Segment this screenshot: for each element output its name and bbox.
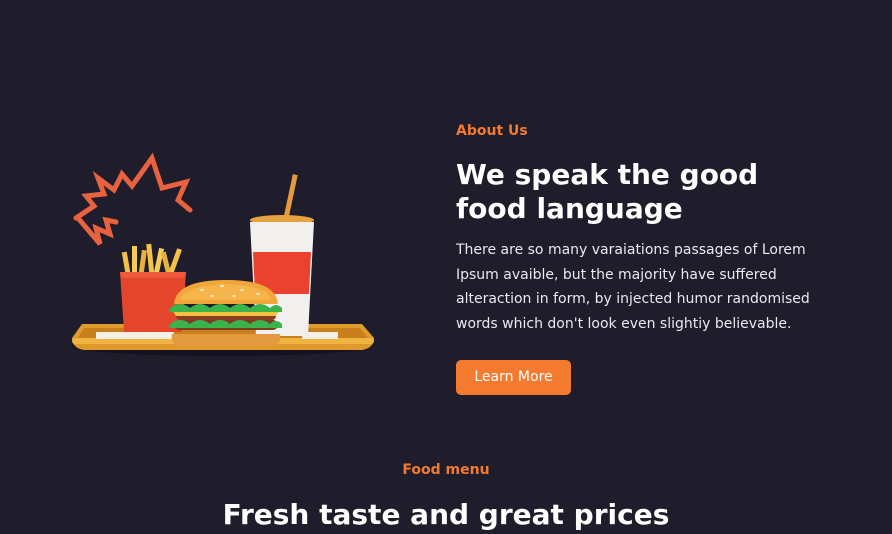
burger-icon [170,280,282,346]
about-body: There are so many varaiations passages o… [456,242,810,332]
about-section: About Us We speak the good food language… [456,122,866,395]
menu-title: Fresh taste and great prices [222,498,670,531]
burst-zigzag-icon [73,152,193,221]
food-menu-header: Food menu Fresh taste and great prices [0,461,892,532]
page: About Us We speak the good food language… [0,0,892,534]
learn-more-button[interactable]: Learn More [456,360,571,395]
about-title: We speak the good food language [456,158,759,225]
about-eyebrow: About Us [456,123,528,139]
menu-eyebrow: Food menu [402,462,490,478]
fast-food-tray-illustration [62,148,392,363]
burst-zigzag-lower-icon [75,215,119,246]
fries-icon [120,243,186,332]
